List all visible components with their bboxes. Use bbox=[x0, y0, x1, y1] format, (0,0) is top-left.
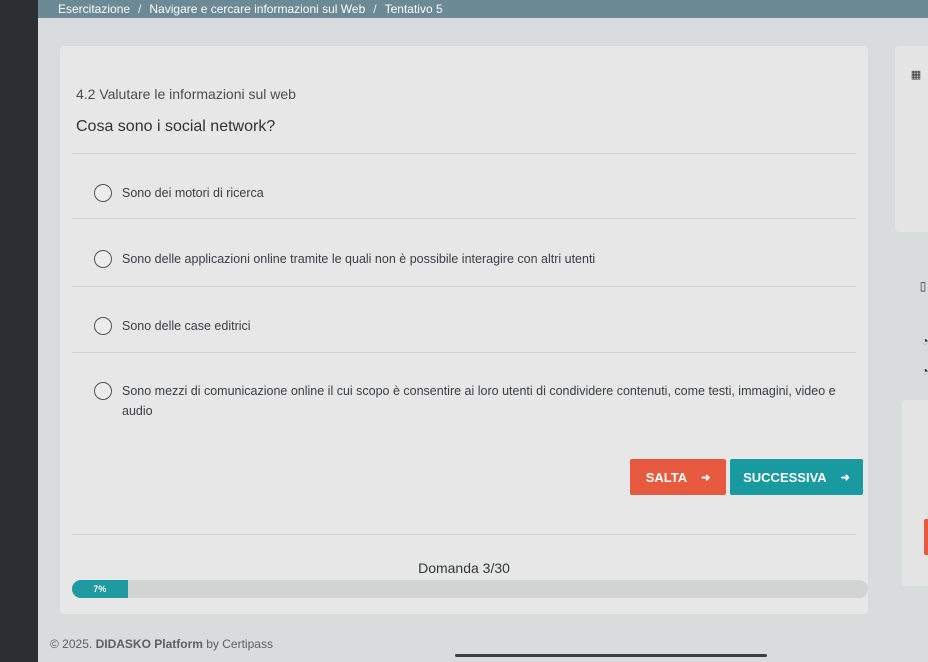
arrow-right-icon: ➜ bbox=[840, 471, 850, 484]
radio-button[interactable] bbox=[94, 184, 112, 202]
question-card: 4.2 Valutare le informazioni sul web Cos… bbox=[60, 46, 868, 614]
progress-label: 7% bbox=[93, 584, 107, 594]
answer-option-label: Sono delle case editrici bbox=[122, 319, 251, 333]
clock-icon[interactable]: ◔ bbox=[918, 334, 928, 348]
device-bezel bbox=[0, 0, 38, 662]
skip-button[interactable]: SALTA ➜ bbox=[630, 459, 726, 495]
footer: © 2025. DIDASKO Platform by Certipass bbox=[50, 637, 273, 651]
skip-button-label: SALTA bbox=[645, 469, 688, 485]
footer-copyright: © 2025. bbox=[50, 637, 93, 651]
answer-option-4[interactable]: Sono mezzi di comunicazione online il cu… bbox=[94, 382, 838, 421]
divider bbox=[72, 218, 856, 219]
divider bbox=[72, 286, 856, 287]
side-panel-lower bbox=[902, 400, 928, 586]
next-button-label: SUCCESSIVA bbox=[743, 469, 827, 485]
next-button[interactable]: SUCCESSIVA ➜ bbox=[730, 459, 863, 495]
divider bbox=[72, 534, 856, 535]
radio-button[interactable] bbox=[94, 317, 112, 335]
breadcrumb-separator: / bbox=[138, 2, 142, 16]
divider bbox=[72, 153, 856, 154]
breadcrumb-separator: / bbox=[373, 2, 377, 16]
divider bbox=[72, 352, 856, 353]
breadcrumb-item-course[interactable]: Navigare e cercare informazioni sul Web bbox=[149, 2, 365, 16]
breadcrumb-item-exercise[interactable]: Esercitazione bbox=[58, 2, 130, 16]
footer-by: by Certipass bbox=[206, 637, 273, 651]
answer-option-label: Sono mezzi di comunicazione online il cu… bbox=[122, 384, 836, 418]
section-title: 4.2 Valutare le informazioni sul web bbox=[76, 86, 296, 102]
answer-option-label: Sono dei motori di ricerca bbox=[122, 186, 264, 200]
answer-option-label: Sono delle applicazioni online tramite l… bbox=[122, 252, 596, 266]
footer-platform: DIDASKO Platform bbox=[95, 637, 203, 651]
question-text: Cosa sono i social network? bbox=[76, 118, 276, 135]
progress-bar: 7% bbox=[72, 580, 868, 598]
answer-option-2[interactable]: Sono delle applicazioni online tramite l… bbox=[94, 250, 838, 269]
answer-option-3[interactable]: Sono delle case editrici bbox=[94, 317, 838, 336]
document-icon[interactable]: ▯ bbox=[916, 279, 928, 293]
home-indicator bbox=[455, 654, 767, 657]
clock-icon[interactable]: ◔ bbox=[918, 364, 928, 378]
side-accent-marker bbox=[924, 519, 928, 555]
progress-fill: 7% bbox=[72, 580, 128, 598]
answer-option-1[interactable]: Sono dei motori di ricerca bbox=[94, 184, 838, 203]
arrow-right-icon: ➜ bbox=[701, 471, 711, 484]
question-counter: Domanda 3/30 bbox=[418, 560, 510, 576]
radio-button[interactable] bbox=[94, 250, 112, 268]
breadcrumb-item-attempt: Tentativo 5 bbox=[384, 2, 443, 16]
calculator-icon[interactable]: ▦ bbox=[909, 68, 923, 82]
radio-button[interactable] bbox=[94, 382, 112, 400]
breadcrumb: Esercitazione / Navigare e cercare infor… bbox=[38, 0, 928, 18]
